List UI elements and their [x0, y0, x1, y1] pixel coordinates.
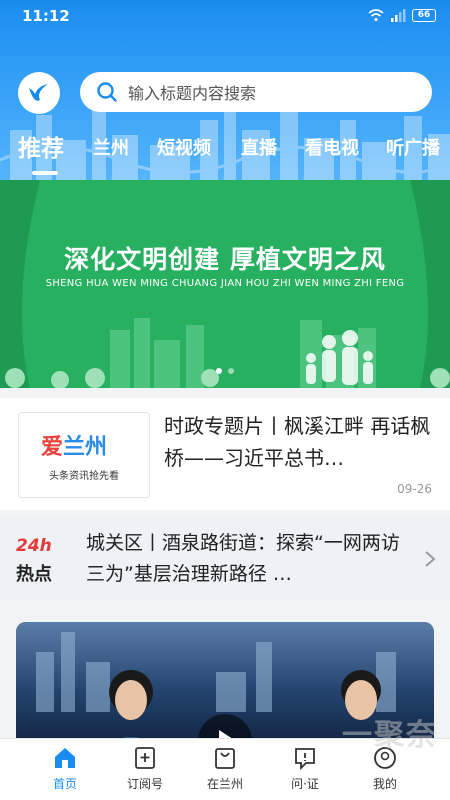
banner-subtitle: SHENG HUA WEN MING CHUANG JIAN HOU ZHI W… — [45, 278, 405, 289]
banner-carousel[interactable]: 深化文明创建 厚植文明之风 SHENG HUA WEN MING CHUANG … — [0, 180, 450, 388]
nav-label-home: 首页 — [52, 777, 77, 791]
bag-icon — [215, 748, 235, 769]
status-icons: 66 — [368, 8, 436, 22]
app-header: 11:12 66 输入标题内容搜索 推荐 兰州 短视频 直播 看电视 听广播 — [0, 0, 450, 180]
thumbnail-caption: 头条资讯抢先看 — [49, 471, 119, 482]
tab-tv[interactable]: 看电视 — [305, 134, 359, 160]
logo-text-lanzhou: 兰州 — [63, 435, 108, 460]
nav-label-profile: 我的 — [372, 777, 397, 791]
hot-news-ticker[interactable]: 24h 热点 城关区丨酒泉路街道：探索“一网两访三为”基层治理新路径 … — [0, 518, 450, 600]
carousel-dots — [0, 368, 450, 374]
active-tab-indicator — [32, 171, 58, 175]
nav-subscribe[interactable]: 订阅号 — [105, 745, 185, 792]
logo-text-ai: 爱 — [41, 435, 64, 460]
carousel-dot — [228, 368, 234, 374]
status-time: 11:12 — [22, 7, 70, 25]
app-screen: 11:12 66 输入标题内容搜索 推荐 兰州 短视频 直播 看电视 听广播 深… — [0, 0, 450, 800]
signal-icon — [391, 8, 406, 22]
news-title[interactable]: 时政专题片丨枫溪江畔 再话枫桥——习近平总书… — [164, 410, 434, 474]
wifi-icon — [368, 9, 384, 22]
nav-in-lanzhou[interactable]: 在兰州 — [185, 745, 265, 792]
search-placeholder: 输入标题内容搜索 — [128, 84, 257, 103]
search-bar[interactable]: 输入标题内容搜索 — [80, 72, 432, 112]
watermark: 一聚奈 — [342, 718, 438, 753]
logo-mark-icon — [29, 84, 48, 101]
tab-live[interactable]: 直播 — [241, 134, 277, 160]
nav-question[interactable]: 问·证 — [265, 745, 345, 792]
status-bar: 11:12 66 — [0, 0, 450, 32]
chevron-right-icon[interactable] — [424, 550, 436, 568]
nav-label-question: 问·证 — [291, 777, 319, 791]
nav-label-in-lanzhou: 在兰州 — [206, 777, 243, 791]
news-thumbnail: 爱兰州 头条资讯抢先看 — [18, 412, 150, 498]
question-icon — [295, 748, 315, 771]
home-icon — [55, 748, 75, 768]
hot-badge-24h: 24h — [16, 536, 52, 556]
banner-title: 深化文明创建 厚植文明之风 — [64, 245, 386, 274]
channel-tabs: 推荐 兰州 短视频 直播 看电视 听广播 — [0, 126, 450, 170]
app-logo[interactable] — [18, 72, 60, 114]
news-list-item[interactable]: 爱兰州 头条资讯抢先看 时政专题片丨枫溪江畔 再话枫桥——习近平总书… 09-2… — [0, 398, 450, 510]
hot-badge-label: 热点 — [16, 564, 52, 585]
tab-short-video[interactable]: 短视频 — [157, 134, 211, 160]
nav-label-subscribe: 订阅号 — [126, 777, 163, 791]
news-date: 09-26 — [397, 482, 432, 496]
ailanzhou-logo: 爱兰州 — [41, 429, 107, 461]
hot-24h-badge: 24h 热点 — [16, 536, 66, 585]
subscribe-icon — [135, 747, 155, 769]
hot-news-text[interactable]: 城关区丨酒泉路街道：探索“一网两访三为”基层治理新路径 … — [86, 528, 406, 590]
carousel-dot-active — [216, 368, 222, 374]
battery-icon: 66 — [412, 8, 436, 22]
search-icon — [97, 82, 117, 102]
nav-home[interactable]: 首页 — [25, 745, 105, 792]
tab-lanzhou[interactable]: 兰州 — [93, 134, 129, 160]
tab-recommend[interactable]: 推荐 — [18, 129, 64, 163]
tab-radio[interactable]: 听广播 — [386, 134, 440, 160]
